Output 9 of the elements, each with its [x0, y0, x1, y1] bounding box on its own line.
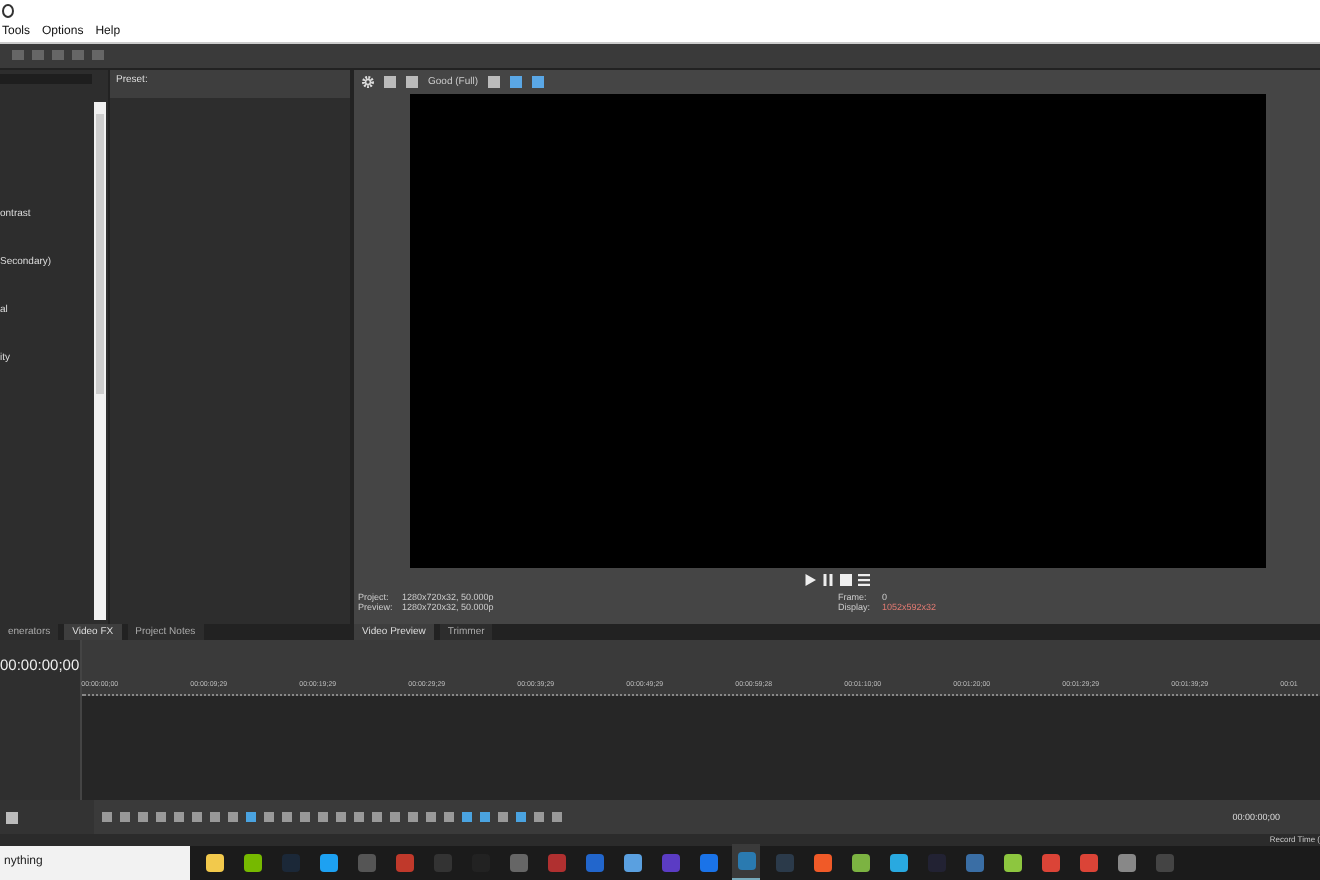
scrollbar[interactable]	[94, 101, 106, 621]
play-icon[interactable]	[804, 574, 816, 587]
app-icon	[2, 4, 14, 19]
toolbar-icon[interactable]	[488, 75, 501, 88]
taskbar-app-icon[interactable]	[732, 844, 760, 880]
menu-icon[interactable]	[858, 574, 870, 587]
pause-icon[interactable]	[822, 574, 834, 587]
settings-icon[interactable]	[362, 75, 374, 88]
stop-icon[interactable]	[840, 574, 852, 587]
